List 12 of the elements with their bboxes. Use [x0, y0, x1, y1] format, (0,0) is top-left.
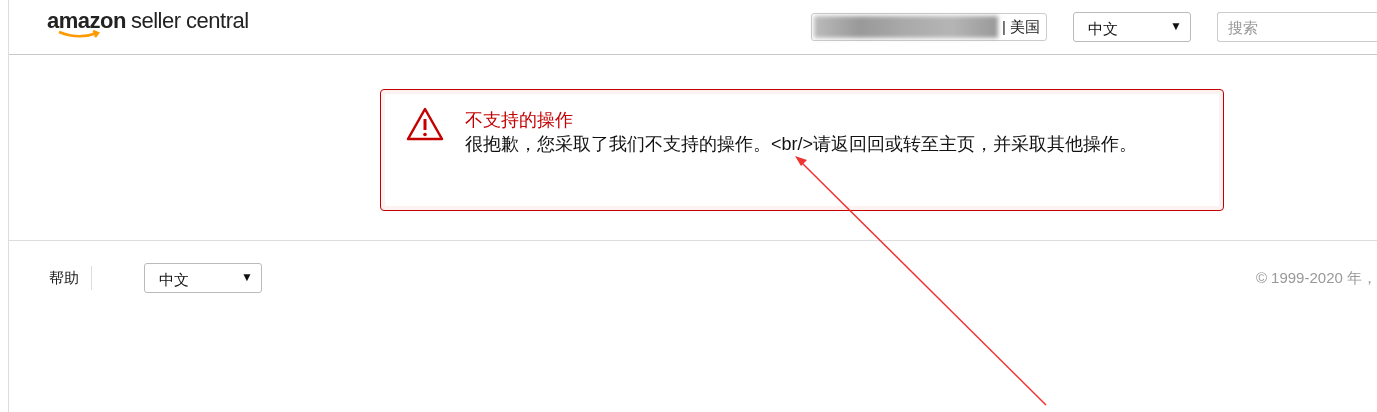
copyright-text: © 1999-2020 年， — [1255, 268, 1377, 288]
help-link[interactable]: 帮助 — [49, 266, 92, 290]
smile-arrow-icon — [57, 29, 103, 39]
warning-icon — [405, 106, 445, 142]
search-field[interactable]: 搜索 — [1217, 12, 1377, 42]
footer-language-select[interactable]: 中文 ▼ — [144, 263, 262, 293]
account-switcher[interactable]: | 美国 — [811, 13, 1047, 41]
language-select[interactable]: 中文 ▼ — [1073, 12, 1191, 42]
alert-title: 不支持的操作 — [465, 109, 574, 132]
logo-brand-text: amazon — [47, 7, 126, 34]
logo-product-text: seller central — [130, 7, 249, 34]
alert-message: 很抱歉，您采取了我们不支持的操作。<br/>请返回回或转至主页，并采取其他操作。 — [465, 134, 1139, 154]
